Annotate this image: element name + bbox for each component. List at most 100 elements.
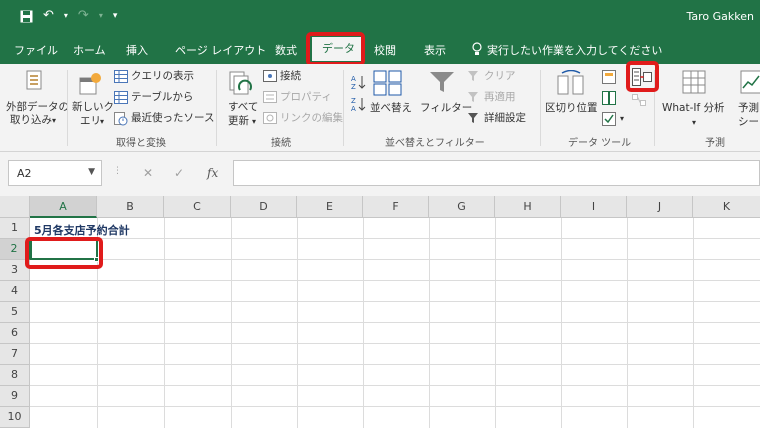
ribbon-separator — [216, 70, 217, 146]
row-header-10[interactable]: 10 — [0, 407, 30, 428]
row-header-5[interactable]: 5 — [0, 302, 30, 323]
connections-button[interactable]: 接続 — [280, 70, 301, 83]
new-query-label-2[interactable]: エリ — [80, 115, 101, 128]
highlight-cell-a2 — [25, 237, 103, 269]
column-header-f[interactable]: F — [363, 196, 429, 218]
name-box-dropdown-icon[interactable]: ▼ — [88, 167, 95, 177]
edit-links-button[interactable]: リンクの編集 — [280, 112, 343, 125]
tab-home[interactable]: ホーム — [73, 42, 106, 58]
from-table-button[interactable]: テーブルから — [131, 91, 193, 104]
undo-dropdown-icon[interactable]: ▾ — [64, 9, 68, 23]
remove-duplicates-icon[interactable] — [602, 91, 616, 105]
tab-formulas[interactable]: 数式 — [275, 42, 297, 58]
formula-bar: A2 ▼ ⋮ ✕ ✓ fx — [0, 152, 760, 196]
tell-me-search[interactable]: 実行したい作業を入力してください — [487, 42, 662, 58]
enter-icon[interactable]: ✓ — [174, 166, 184, 180]
forecast-sheet-icon[interactable] — [740, 70, 760, 94]
text-to-columns-button[interactable]: 区切り位置 — [545, 102, 598, 115]
column-header-j[interactable]: J — [627, 196, 693, 218]
formula-input[interactable] — [233, 160, 760, 186]
column-header-e[interactable]: E — [297, 196, 363, 218]
external-data-icon[interactable] — [26, 70, 44, 92]
column-header-g[interactable]: G — [429, 196, 495, 218]
whatif-analysis-icon[interactable] — [682, 70, 706, 94]
row-header-8[interactable]: 8 — [0, 365, 30, 386]
customize-qat-icon[interactable]: ▾ — [113, 9, 118, 23]
refresh-all-label-1[interactable]: すべて — [228, 101, 258, 114]
group-label-forecast: 予測 — [705, 138, 725, 149]
ribbon-tab-bar: ファイル ホーム 挿入 ページ レイアウト 数式 データ 校閲 表示 実行したい… — [0, 34, 760, 64]
flash-fill-icon[interactable] — [602, 70, 616, 84]
refresh-all-label-2[interactable]: 更新 — [228, 115, 249, 128]
external-data-dropdown-icon[interactable]: ▾ — [52, 114, 56, 127]
group-label-get-transform: 取得と変換 — [116, 138, 166, 149]
tab-review[interactable]: 校閲 — [374, 42, 396, 58]
filter-icon[interactable] — [429, 70, 455, 94]
ribbon-separator — [540, 70, 541, 146]
worksheet-grid[interactable]: A B C D E F G H I J K 1 2 3 4 5 6 7 8 9 … — [0, 196, 760, 428]
column-header-k[interactable]: K — [693, 196, 760, 218]
data-validation-icon[interactable] — [602, 112, 616, 126]
relationships-icon — [632, 94, 646, 106]
forecast-sheet-label-1[interactable]: 予測 — [738, 102, 759, 115]
whatif-dropdown-icon[interactable]: ▾ — [692, 116, 696, 129]
external-data-label-2[interactable]: 取り込み — [10, 114, 52, 127]
gridline — [429, 218, 430, 428]
external-data-label-1[interactable]: 外部データの — [6, 101, 69, 114]
save-icon[interactable] — [20, 10, 33, 23]
gridline — [164, 218, 165, 428]
sort-ascending-icon[interactable]: A Z — [350, 74, 366, 90]
svg-text:A: A — [351, 105, 356, 112]
column-header-h[interactable]: H — [495, 196, 561, 218]
row-header-7[interactable]: 7 — [0, 344, 30, 365]
sort-descending-icon[interactable]: Z A — [350, 96, 366, 112]
redo-dropdown-icon[interactable]: ▾ — [99, 9, 103, 23]
clear-button[interactable]: クリア — [484, 70, 516, 83]
gridline — [30, 343, 760, 344]
insert-function-icon[interactable]: fx — [207, 166, 218, 180]
recent-sources-button[interactable]: 最近使ったソース — [131, 112, 214, 125]
column-header-b[interactable]: B — [97, 196, 164, 218]
redo-icon[interactable]: ↷ — [78, 9, 89, 23]
svg-text:A: A — [351, 75, 356, 83]
name-box[interactable]: A2 ▼ — [8, 160, 102, 186]
connections-icon — [263, 70, 277, 82]
column-header-d[interactable]: D — [231, 196, 297, 218]
new-query-dropdown-icon[interactable]: ▾ — [100, 115, 104, 128]
tab-view[interactable]: 表示 — [424, 42, 446, 58]
properties-button[interactable]: プロパティ — [280, 91, 332, 104]
gridline — [30, 385, 760, 386]
undo-icon[interactable]: ↶ — [43, 9, 54, 23]
row-header-9[interactable]: 9 — [0, 386, 30, 407]
column-header-i[interactable]: I — [561, 196, 627, 218]
new-query-icon[interactable] — [78, 72, 104, 96]
filter-button[interactable]: フィルター — [420, 102, 472, 115]
row-header-4[interactable]: 4 — [0, 281, 30, 302]
gridline — [30, 406, 760, 407]
row-header-1[interactable]: 1 — [0, 218, 30, 239]
sort-dialog-icon[interactable] — [373, 70, 403, 96]
advanced-button[interactable]: 詳細設定 — [484, 112, 526, 125]
refresh-all-dropdown-icon[interactable]: ▾ — [252, 115, 256, 128]
refresh-all-icon[interactable] — [228, 70, 254, 98]
forecast-sheet-label-2[interactable]: シー — [738, 116, 759, 129]
tab-page-layout[interactable]: ページ レイアウト — [175, 42, 266, 58]
show-queries-button[interactable]: クエリの表示 — [131, 70, 194, 83]
new-query-label-1[interactable]: 新しいク — [72, 101, 114, 114]
cancel-icon[interactable]: ✕ — [143, 166, 153, 180]
row-header-6[interactable]: 6 — [0, 323, 30, 344]
column-header-a[interactable]: A — [30, 196, 97, 218]
formula-bar-grip-icon: ⋮ — [113, 166, 122, 176]
select-all-corner[interactable] — [0, 196, 30, 218]
data-validation-dropdown-icon[interactable]: ▾ — [620, 112, 624, 125]
tab-file[interactable]: ファイル — [14, 42, 58, 58]
reapply-button[interactable]: 再適用 — [484, 91, 516, 104]
tab-insert[interactable]: 挿入 — [126, 42, 148, 58]
user-name[interactable]: Taro Gakken — [687, 10, 755, 23]
sort-button[interactable]: 並べ替え — [370, 102, 412, 115]
gridline — [30, 259, 760, 260]
whatif-button[interactable]: What-If 分析 — [662, 102, 725, 115]
cell-a1[interactable]: 5月各支店予約合計 — [34, 222, 130, 238]
column-header-c[interactable]: C — [164, 196, 231, 218]
text-to-columns-icon[interactable] — [556, 70, 586, 98]
